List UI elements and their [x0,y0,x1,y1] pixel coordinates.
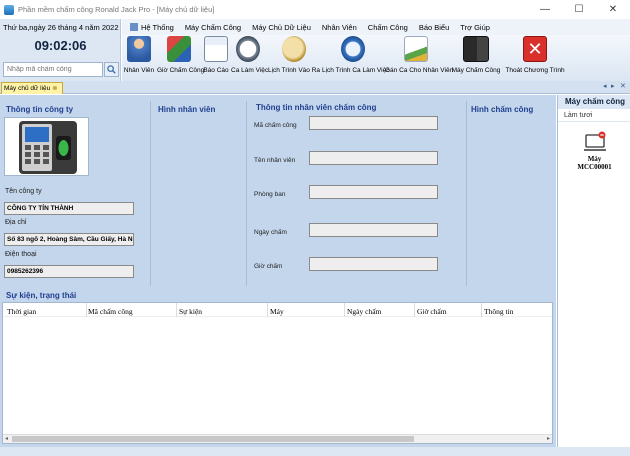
report-icon [204,36,228,62]
menu-nhan-vien[interactable]: Nhân Viên [322,23,357,32]
ten-nhan-vien-field[interactable] [309,151,438,165]
company-address-field[interactable]: Số 83 ngõ 2, Hoàng Sâm, Cầu Giấy, Hà Nội [4,233,134,246]
company-section-title: Thông tin công ty [6,105,74,114]
tab-close-icon[interactable]: ⊗ [52,85,57,92]
col-may[interactable]: Máy [270,307,284,316]
shift-clock-icon [236,36,260,62]
current-clock: 09:02:06 [34,38,87,53]
window-title: Phần mềm chấm công Ronald Jack Pro - [Má… [18,5,215,14]
device-item[interactable]: Máy MCC00001 [558,131,630,171]
employee-info-title: Thông tin nhân viên chấm công [256,103,377,112]
divider [246,101,247,286]
scroll-right-icon[interactable]: ▸ [547,435,550,442]
toolbar: Nhân Viên Giờ Chấm Công Báo Cáo Ca Làm V… [122,35,630,81]
device-panel-title: Máy chấm công [558,95,630,109]
toolbar-ca-lam-viec-button[interactable]: Ca Làm Việc [231,36,268,74]
time-clock-device-icon [463,36,489,62]
minimize-button[interactable]: — [528,0,562,19]
phong-ban-label: Phòng ban [254,191,286,198]
device-name-line2: MCC00001 [577,163,612,171]
search-button[interactable] [104,62,119,77]
search-input[interactable] [3,62,103,77]
col-ngay-cham[interactable]: Ngày chấm [347,307,381,316]
tab-may-chu-du-lieu[interactable]: Máy chủ dữ liệu ⊗ [1,82,63,94]
toolbar-may-cham-cong-button[interactable]: Máy Chấm Công [450,36,502,74]
company-name-label: Tên công ty [5,188,42,195]
device-name-line1: Máy [587,155,602,163]
menu-cham-cong[interactable]: Chấm Công [368,23,408,32]
ngay-cham-label: Ngày chấm [254,229,287,236]
col-thoi-gian[interactable]: Thời gian [7,307,36,316]
toolbar-lich-trinh-vao-ra-button[interactable]: Lịch Trình Vào Ra [267,36,321,74]
company-address-label: Địa chỉ [5,219,27,226]
col-gio-cham[interactable]: Giờ chấm [417,307,447,316]
ma-cham-cong-field[interactable] [309,116,438,130]
menu-tro-giup[interactable]: Trợ Giúp [460,23,490,32]
assign-shift-icon [404,36,428,62]
company-name-field[interactable]: CÔNG TY TÍN THÀNH [4,202,134,215]
company-phone-label: Điện thoại [5,251,37,258]
scroll-left-icon[interactable]: ◂ [5,435,8,442]
menu-grip-icon [130,23,138,31]
refresh-link[interactable]: Làm tươi [558,109,630,122]
tab-scroll-right-icon[interactable]: ▸ [611,82,615,90]
menu-may-chu-du-lieu[interactable]: Máy Chủ Dữ Liệu [252,23,311,32]
tab-close-all-icon[interactable]: ✕ [620,82,626,90]
menu-bar: Hệ Thống Máy Chấm Công Máy Chủ Dữ Liệu N… [122,19,630,35]
app-icon [4,4,14,15]
company-logo [4,117,89,176]
col-ma-cham-cong[interactable]: Mã chấm công [88,307,133,316]
table-header: Thời gian Mã chấm công Sự kiện Máy Ngày … [3,303,552,317]
ngay-cham-field[interactable] [309,223,438,237]
employee-photo-title: Hình nhân viên [158,105,216,114]
toolbar-gio-cham-cong-button[interactable]: Giờ Chấm Công [157,36,204,74]
toolbar-bao-cao-button[interactable]: Báo Cáo [203,36,229,74]
window-controls: — ☐ ✕ [528,0,630,19]
scrollbar-thumb[interactable] [12,436,414,442]
events-table[interactable]: Thời gian Mã chấm công Sự kiện Máy Ngày … [2,302,553,444]
document-tab-bar: Máy chủ dữ liệu ⊗ ◂ ▸ ✕ [0,81,630,94]
tab-scroll-left-icon[interactable]: ◂ [603,82,607,90]
divider [466,101,467,286]
col-thong-tin[interactable]: Thông tin [484,307,513,316]
toolbar-lich-trinh-ca-button[interactable]: Lịch Trình Ca Làm Việc [322,36,389,74]
menu-he-thong[interactable]: Hệ Thống [141,23,174,32]
ma-cham-cong-label: Mã chấm công [254,122,297,129]
menu-may-cham-cong[interactable]: Máy Chấm Công [185,23,241,32]
current-date: Thứ ba,ngày 26 tháng 4 năm 2022 [3,23,119,32]
close-button[interactable]: ✕ [596,0,630,19]
ten-nhan-vien-label: Tên nhân viên [254,157,296,164]
menu-bao-bieu[interactable]: Báo Biểu [419,23,449,32]
employee-icon [127,36,151,62]
divider [150,101,151,286]
schedule-icon [282,36,306,62]
company-phone-field[interactable]: 0985262396 [4,265,134,278]
phong-ban-field[interactable] [309,185,438,199]
main-panel: Thông tin công ty Tên công ty CÔNG TY TÍ… [0,95,556,447]
computer-icon [583,131,606,151]
attendance-photo-title: Hình chấm công [471,105,534,114]
toolbar-nhan-vien-button[interactable]: Nhân Viên [123,36,155,74]
attendance-time-icon [167,36,191,62]
events-section-title: Sự kiện, trạng thái [6,291,77,300]
toolbar-thoat-button[interactable]: ✕ Thoát Chương Trình [504,36,566,74]
status-strip [0,447,630,456]
info-panel: Thứ ba,ngày 26 tháng 4 năm 2022 09:02:06 [0,19,121,81]
horizontal-scrollbar[interactable]: ◂ ▸ [3,434,552,443]
toolbar-gan-ca-button[interactable]: Gán Ca Cho Nhân Viên [385,36,453,74]
exit-icon: ✕ [523,36,547,62]
col-su-kien[interactable]: Sự kiện [179,307,202,316]
device-panel: Máy chấm công Làm tươi Máy MCC00001 [557,95,630,447]
fingerprint-device-icon [19,121,77,174]
tab-label: Máy chủ dữ liệu [4,85,51,92]
title-bar: Phần mềm chấm công Ronald Jack Pro - [Má… [0,0,630,19]
gio-cham-label: Giờ chấm [254,263,283,270]
gio-cham-field[interactable] [309,257,438,271]
calendar-icon [341,36,365,62]
search-icon [107,65,116,74]
maximize-button[interactable]: ☐ [562,0,596,19]
